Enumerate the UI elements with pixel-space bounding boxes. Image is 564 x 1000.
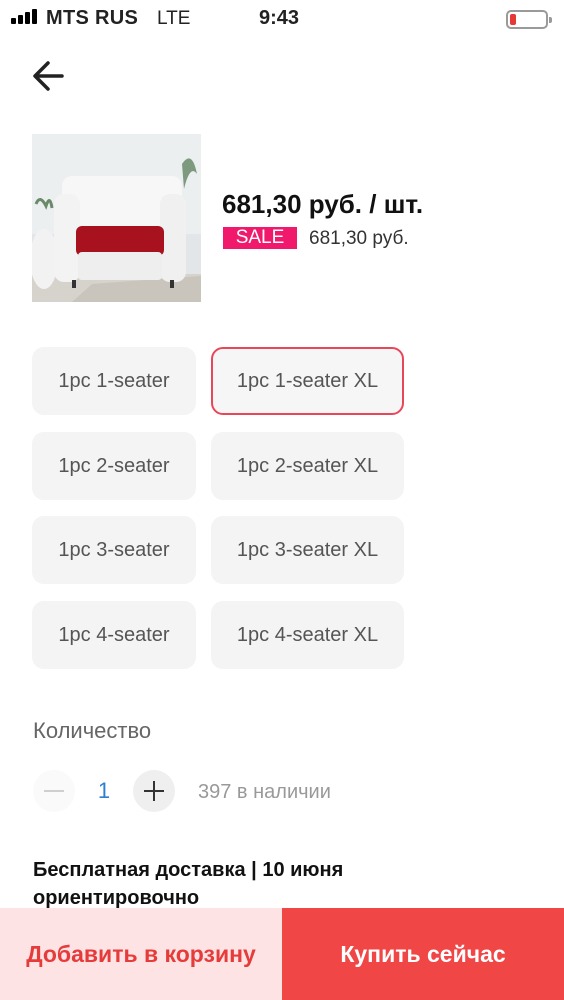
quantity-value[interactable]: 1 (96, 778, 112, 804)
add-to-cart-button[interactable]: Добавить в корзину (0, 908, 282, 1000)
quantity-label: Количество (33, 718, 152, 743)
carrier-name: MTS RUS (46, 7, 139, 29)
signal-icon (11, 8, 41, 24)
back-button[interactable] (30, 56, 70, 96)
variant-option[interactable]: 1pc 2-seater XL (211, 432, 404, 500)
variant-option[interactable]: 1pc 1-seater (32, 347, 196, 415)
variant-option[interactable]: 1pc 4-seater (32, 601, 196, 669)
status-bar: MTS RUS LTE 9:43 (0, 0, 564, 38)
stock-count: 397 в наличии (198, 781, 331, 803)
battery-icon (506, 10, 552, 29)
product-price: 681,30 руб. / шт. (222, 189, 424, 219)
original-price: 681,30 руб. (309, 228, 409, 249)
variant-option[interactable]: 1pc 3-seater XL (211, 516, 404, 584)
sale-badge: SALE (223, 227, 297, 249)
increase-quantity-button[interactable] (133, 770, 175, 812)
variant-option-selected[interactable]: 1pc 1-seater XL (211, 347, 404, 415)
product-image (32, 134, 201, 302)
buy-now-button[interactable]: Купить сейчас (282, 908, 564, 1000)
network-type: LTE (157, 8, 191, 29)
arrow-left-icon (33, 61, 64, 91)
variant-option[interactable]: 1pc 2-seater (32, 432, 196, 500)
status-time: 9:43 (259, 7, 300, 29)
variant-option[interactable]: 1pc 4-seater XL (211, 601, 404, 669)
delivery-info: Бесплатная доставка | 10 июня ориентиров… (33, 859, 344, 909)
variant-option[interactable]: 1pc 3-seater (32, 516, 196, 584)
decrease-quantity-button[interactable] (33, 770, 75, 812)
